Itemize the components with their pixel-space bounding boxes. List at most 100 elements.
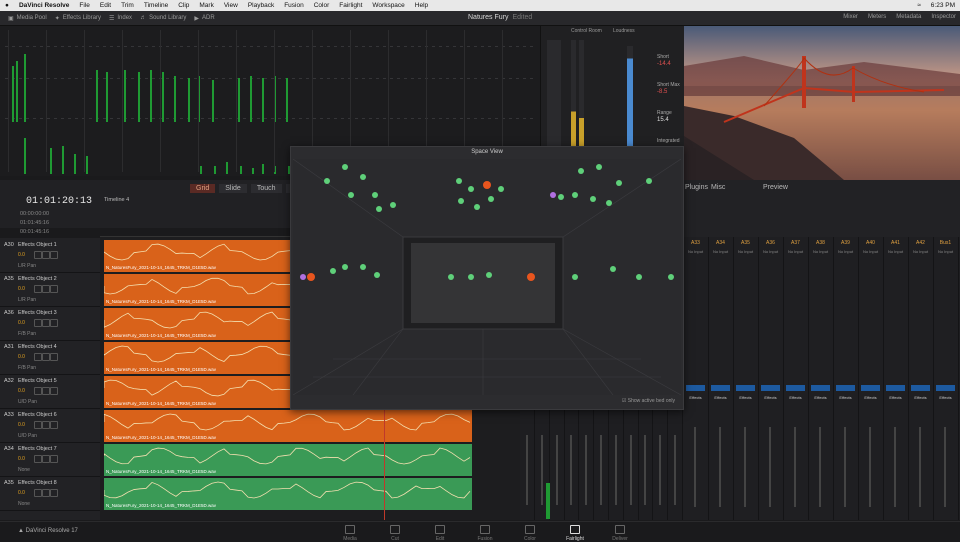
preview-toggle[interactable]: Preview xyxy=(763,184,788,191)
audio-object-node[interactable] xyxy=(342,164,348,170)
audio-clip[interactable]: N_NaturesFury_2021-10-14_1645_TRKM_D1E5D… xyxy=(104,444,472,476)
bus-fader[interactable] xyxy=(526,435,528,505)
audio-object-node[interactable] xyxy=(486,272,492,278)
audio-clip[interactable]: N_NaturesFury_2021-10-14_1645_TRKM_D1E5D… xyxy=(104,478,472,510)
effects-insert[interactable] xyxy=(686,385,705,391)
audio-object-node[interactable] xyxy=(590,196,596,202)
wifi-icon[interactable]: ≈ xyxy=(917,2,921,9)
channel-fader[interactable] xyxy=(944,427,946,507)
channel-fader[interactable] xyxy=(694,427,696,507)
bus-strip[interactable] xyxy=(564,405,580,520)
menu-fusion[interactable]: Fusion xyxy=(284,2,304,9)
audio-object-node[interactable] xyxy=(342,264,348,270)
track-header[interactable]: A32 Effects Object 5 0.0 U/D Pan xyxy=(0,374,100,409)
bus-fader[interactable] xyxy=(555,435,558,505)
effects-insert[interactable] xyxy=(811,385,830,391)
meters-button[interactable]: Meters xyxy=(868,14,886,20)
mixer-button[interactable]: Mixer xyxy=(843,14,858,20)
bus-fader[interactable] xyxy=(644,435,647,505)
audio-object-node[interactable] xyxy=(636,274,642,280)
mute-button[interactable] xyxy=(50,489,58,497)
menu-timeline[interactable]: Timeline xyxy=(144,2,168,9)
bus-strip[interactable] xyxy=(653,405,669,520)
solo-button[interactable] xyxy=(42,489,50,497)
audio-object-node[interactable] xyxy=(527,273,535,281)
audio-object-node[interactable] xyxy=(498,186,504,192)
record-arm-button[interactable] xyxy=(34,285,42,293)
track-header[interactable]: A34 Effects Object 7 0.0 None xyxy=(0,442,100,477)
record-arm-button[interactable] xyxy=(34,387,42,395)
mixer-channel-strip[interactable]: A42 No Input Effects xyxy=(908,237,934,520)
mixer-channel-strip[interactable]: A41 No Input Effects xyxy=(883,237,909,520)
audio-object-node[interactable] xyxy=(390,202,396,208)
mixer-channel-strip[interactable]: A38 No Input Effects xyxy=(808,237,834,520)
record-arm-button[interactable] xyxy=(34,421,42,429)
audio-object-node[interactable] xyxy=(458,198,464,204)
audio-object-node[interactable] xyxy=(374,272,380,278)
audio-object-node[interactable] xyxy=(376,206,382,212)
audio-object-node[interactable] xyxy=(606,200,612,206)
menu-view[interactable]: View xyxy=(224,2,238,9)
menu-edit[interactable]: Edit xyxy=(100,2,111,9)
mute-button[interactable] xyxy=(50,251,58,259)
plugins-tab[interactable]: Plugins xyxy=(685,184,708,191)
audio-object-node[interactable] xyxy=(616,180,622,186)
effects-library-button[interactable]: ✦ Effects Library xyxy=(55,15,101,22)
solo-button[interactable] xyxy=(42,455,50,463)
menu-playback[interactable]: Playback xyxy=(248,2,274,9)
audio-object-node[interactable] xyxy=(330,268,336,274)
mixer-channel-strip[interactable]: A37 No Input Effects xyxy=(783,237,809,520)
audio-object-node[interactable] xyxy=(360,264,366,270)
effects-insert[interactable] xyxy=(736,385,755,391)
page-tab-fusion[interactable]: Fusion xyxy=(463,525,507,542)
mixer-channel-strip[interactable]: A36 No Input Effects xyxy=(758,237,784,520)
menu-help[interactable]: Help xyxy=(415,2,428,9)
page-tab-edit[interactable]: Edit xyxy=(418,525,462,542)
effects-insert[interactable] xyxy=(936,385,955,391)
menu-trim[interactable]: Trim xyxy=(121,2,134,9)
audio-object-node[interactable] xyxy=(448,274,454,280)
effects-insert[interactable] xyxy=(911,385,930,391)
bus-fader[interactable] xyxy=(585,435,588,505)
mute-button[interactable] xyxy=(50,455,58,463)
mute-button[interactable] xyxy=(50,353,58,361)
app-menu[interactable]: DaVinci Resolve xyxy=(19,2,69,9)
channel-fader[interactable] xyxy=(819,427,821,507)
solo-button[interactable] xyxy=(42,387,50,395)
mute-button[interactable] xyxy=(50,387,58,395)
channel-fader[interactable] xyxy=(769,427,771,507)
page-tab-color[interactable]: Color xyxy=(508,525,552,542)
space-view-window[interactable]: Space View ☑ Show active bed only xyxy=(290,146,684,410)
show-active-bed-only[interactable]: ☑ Show active bed only xyxy=(622,398,675,404)
mixer-channel-strip[interactable]: A35 No Input Effects xyxy=(733,237,759,520)
menu-fairlight[interactable]: Fairlight xyxy=(339,2,362,9)
audio-object-node[interactable] xyxy=(324,178,330,184)
channel-fader[interactable] xyxy=(744,427,746,507)
audio-object-node[interactable] xyxy=(488,196,494,202)
audio-object-node[interactable] xyxy=(348,192,354,198)
audio-object-node[interactable] xyxy=(300,274,306,280)
record-arm-button[interactable] xyxy=(34,251,42,259)
audio-object-node[interactable] xyxy=(307,273,315,281)
bus-strip[interactable] xyxy=(609,405,624,520)
solo-button[interactable] xyxy=(42,421,50,429)
channel-fader[interactable] xyxy=(844,427,846,507)
record-arm-button[interactable] xyxy=(34,455,42,463)
record-arm-button[interactable] xyxy=(34,319,42,327)
mute-button[interactable] xyxy=(50,285,58,293)
bus-strip[interactable] xyxy=(594,405,609,520)
slide-mode-button[interactable]: Slide xyxy=(219,184,247,193)
bus-fader[interactable] xyxy=(600,435,602,505)
bus-strip[interactable] xyxy=(624,405,639,520)
track-header[interactable]: A35 Effects Object 2 0.0 L/R Pan xyxy=(0,272,100,307)
mixer-channel-strip[interactable]: A33 No Input Effects xyxy=(683,237,709,520)
audio-object-node[interactable] xyxy=(360,174,366,180)
page-tab-fairlight[interactable]: Fairlight xyxy=(553,525,597,542)
sound-library-button[interactable]: ♬ Sound Library xyxy=(140,15,186,21)
effects-insert[interactable] xyxy=(711,385,730,391)
audio-object-node[interactable] xyxy=(596,164,602,170)
bus-strip[interactable] xyxy=(550,405,565,520)
solo-button[interactable] xyxy=(42,353,50,361)
adr-button[interactable]: ▶ ADR xyxy=(194,15,214,22)
track-header[interactable]: A31 Effects Object 4 0.0 F/B Pan xyxy=(0,340,100,375)
